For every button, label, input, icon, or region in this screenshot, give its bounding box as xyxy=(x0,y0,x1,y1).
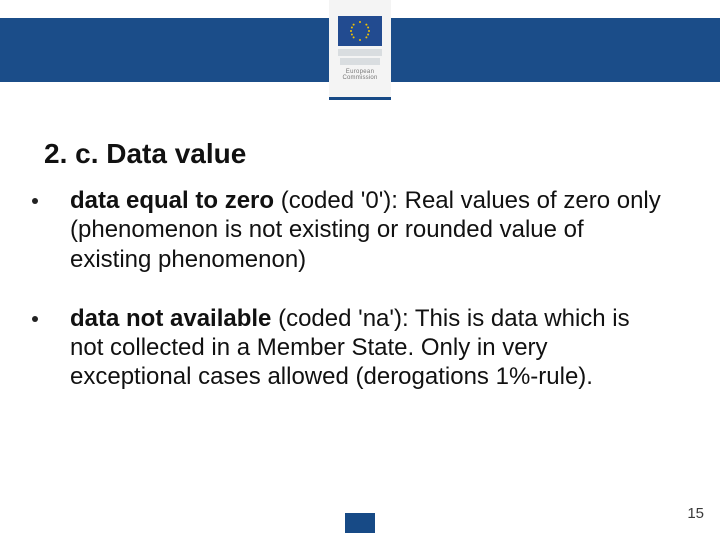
slide-title: 2. c. Data value xyxy=(44,138,246,170)
bullet-item: data not available (coded 'na'): This is… xyxy=(32,304,668,392)
ec-logo: European Commission xyxy=(329,0,391,100)
bullet-item: data equal to zero (coded '0'): Real val… xyxy=(32,186,668,274)
footer-eu-flag-icon xyxy=(345,513,375,533)
bullet-dot-icon xyxy=(32,316,38,322)
slide-content: data equal to zero (coded '0'): Real val… xyxy=(32,186,668,422)
bullet-text: data not available (coded 'na'): This is… xyxy=(70,304,668,392)
bullet-text: data equal to zero (coded '0'): Real val… xyxy=(70,186,668,274)
page-number: 15 xyxy=(687,505,704,522)
logo-text: European Commission xyxy=(342,69,377,81)
slide: European Commission 2. c. Data value dat… xyxy=(0,0,720,540)
eu-flag-icon xyxy=(338,16,382,46)
logo-building-icon xyxy=(329,49,391,65)
bullet-bold: data equal to zero xyxy=(70,187,274,214)
logo-label-2: Commission xyxy=(342,75,377,81)
bullet-dot-icon xyxy=(32,198,38,204)
bullet-bold: data not available xyxy=(70,305,271,332)
